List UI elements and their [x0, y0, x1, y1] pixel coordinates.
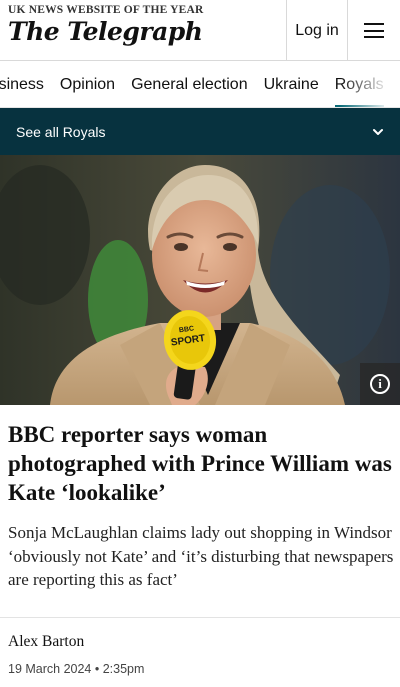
- info-icon: i: [370, 374, 390, 394]
- hero-image: BBC SPORT: [0, 155, 400, 405]
- nav-track[interactable]: Business Opinion General election Ukrain…: [0, 61, 400, 107]
- nav-item-general-election[interactable]: General election: [131, 61, 248, 107]
- site-header: UK NEWS WEBSITE OF THE YEAR The Telegrap…: [0, 0, 400, 61]
- image-info-button[interactable]: i: [360, 363, 400, 405]
- publish-dateline: 19 March 2024 • 2:35pm: [8, 662, 145, 676]
- author-link[interactable]: Alex Barton: [8, 633, 84, 651]
- nav-item-business[interactable]: Business: [0, 61, 44, 107]
- nav-item-ukraine[interactable]: Ukraine: [264, 61, 319, 107]
- masthead[interactable]: UK NEWS WEBSITE OF THE YEAR The Telegrap…: [8, 4, 204, 46]
- menu-button[interactable]: [348, 0, 400, 61]
- section-bar-label: See all Royals: [16, 123, 106, 140]
- nav-item-opinion[interactable]: Opinion: [60, 61, 115, 107]
- publish-date: 19 March 2024: [8, 662, 92, 676]
- publish-time: 2:35pm: [102, 662, 145, 676]
- chevron-down-icon: [373, 128, 383, 135]
- article-headline: BBC reporter says woman photographed wit…: [8, 422, 392, 505]
- hero-illustration: BBC SPORT: [0, 155, 400, 405]
- see-all-royals-dropdown[interactable]: See all Royals: [0, 108, 400, 155]
- divider: [0, 617, 400, 618]
- nav-item-royals[interactable]: Royals: [334, 61, 384, 107]
- section-nav: Business Opinion General election Ukrain…: [0, 61, 400, 108]
- login-button[interactable]: Log in: [286, 0, 348, 61]
- article-standfirst: Sonja McLaughlan claims lady out shoppin…: [8, 523, 394, 589]
- hamburger-icon: [364, 23, 384, 38]
- telegraph-logo[interactable]: The Telegraph: [8, 17, 204, 46]
- award-tagline: UK NEWS WEBSITE OF THE YEAR: [8, 4, 204, 16]
